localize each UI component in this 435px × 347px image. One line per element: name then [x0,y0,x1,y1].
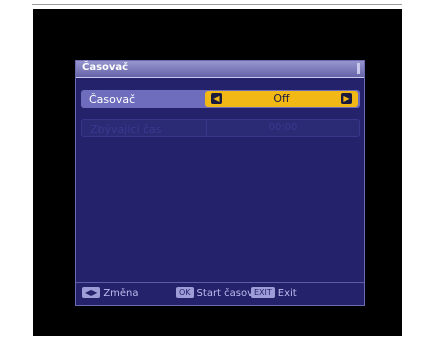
timer-value: Off [273,92,290,105]
timer-menu-panel: Časovač Časovač ◀ Off ▶ Zbývající čas 00… [75,60,365,306]
exit-hint: EXIT Exit [251,287,297,299]
footer-hint-bar: ◀▶ Změna OK Start časova EXIT Exit [76,282,364,305]
menu-title: Časovač [82,62,129,73]
remaining-time-label: Zbývající čas [90,123,162,136]
top-divider [32,4,402,5]
left-right-arrows-icon: ◀▶ [82,287,101,298]
exit-hint-label: Exit [277,288,297,299]
exit-key-icon: EXIT [251,287,275,298]
remaining-time-row: Zbývající čas 00:00 [81,119,360,137]
start-hint-label: Start časova [196,288,260,299]
change-hint: ◀▶ Změna [82,287,139,299]
start-hint: OK Start časova [176,287,259,299]
change-hint-label: Změna [103,288,139,299]
title-bar-end-cap [357,63,360,74]
remaining-time-value: 00:00 [206,120,359,136]
right-arrow-icon[interactable]: ▶ [341,93,352,104]
menu-title-bar: Časovač [76,61,364,78]
timer-setting-row[interactable]: Časovač ◀ Off ▶ [81,90,360,108]
timer-label: Časovač [89,93,136,106]
ok-key-icon: OK [176,287,194,298]
timer-value-selector[interactable]: ◀ Off ▶ [205,91,358,107]
